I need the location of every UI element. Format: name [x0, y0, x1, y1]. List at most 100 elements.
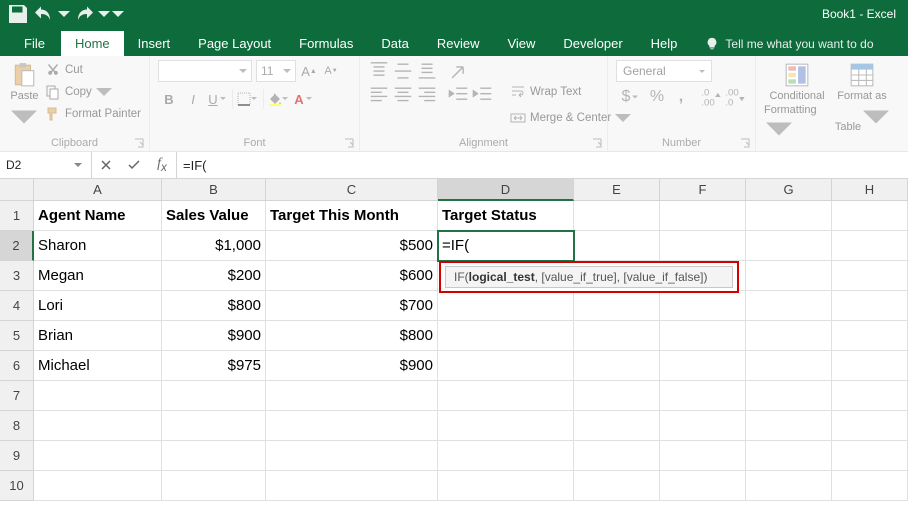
column-header-B[interactable]: B	[162, 179, 266, 201]
cell-E2[interactable]	[574, 231, 660, 261]
align-right-icon[interactable]	[416, 84, 438, 106]
cell-G10[interactable]	[746, 471, 832, 501]
orientation-icon[interactable]	[448, 60, 470, 82]
cell-G4[interactable]	[746, 291, 832, 321]
cell-B3[interactable]: $200	[162, 261, 266, 291]
row-header-8[interactable]: 8	[0, 411, 34, 441]
tab-formulas[interactable]: Formulas	[285, 31, 367, 56]
cell-G6[interactable]	[746, 351, 832, 381]
cell-H5[interactable]	[832, 321, 908, 351]
cell-F4[interactable]	[660, 291, 746, 321]
paste-button[interactable]: Paste	[8, 60, 41, 149]
cell-C8[interactable]	[266, 411, 438, 441]
cell-C5[interactable]: $800	[266, 321, 438, 351]
increase-font-icon[interactable]: A▲	[300, 60, 318, 82]
column-header-D[interactable]: D	[438, 179, 574, 201]
cell-D7[interactable]	[438, 381, 574, 411]
cell-F1[interactable]	[660, 201, 746, 231]
conditional-formatting-button[interactable]: Conditional Formatting	[764, 60, 830, 149]
column-header-E[interactable]: E	[574, 179, 660, 201]
cell-A5[interactable]: Brian	[34, 321, 162, 351]
decrease-font-icon[interactable]: A▼	[322, 60, 340, 82]
cell-A10[interactable]	[34, 471, 162, 501]
format-painter-button[interactable]: Format Painter	[45, 104, 141, 124]
increase-decimal-icon[interactable]: .0.00	[700, 86, 722, 108]
row-header-7[interactable]: 7	[0, 381, 34, 411]
accounting-format-icon[interactable]: $	[616, 86, 644, 108]
tab-file[interactable]: File	[8, 31, 61, 56]
row-header-4[interactable]: 4	[0, 291, 34, 321]
cell-E4[interactable]	[574, 291, 660, 321]
cell-E9[interactable]	[574, 441, 660, 471]
font-name-select[interactable]	[158, 60, 252, 82]
cell-E6[interactable]	[574, 351, 660, 381]
cell-G7[interactable]	[746, 381, 832, 411]
fill-color-button[interactable]	[268, 88, 290, 110]
italic-button[interactable]: I	[182, 88, 204, 110]
undo-icon[interactable]	[32, 2, 56, 26]
align-center-icon[interactable]	[392, 84, 414, 106]
insert-function-button[interactable]: fx	[148, 152, 176, 178]
cell-A3[interactable]: Megan	[34, 261, 162, 291]
cell-E10[interactable]	[574, 471, 660, 501]
cell-C1[interactable]: Target This Month	[266, 201, 438, 231]
row-header-5[interactable]: 5	[0, 321, 34, 351]
alignment-dialog-launcher[interactable]	[591, 136, 603, 148]
cell-B9[interactable]	[162, 441, 266, 471]
cancel-formula-button[interactable]	[92, 152, 120, 178]
cell-A4[interactable]: Lori	[34, 291, 162, 321]
redo-dropdown-icon[interactable]	[98, 2, 110, 26]
cell-G5[interactable]	[746, 321, 832, 351]
bold-button[interactable]: B	[158, 88, 180, 110]
cell-A2[interactable]: Sharon	[34, 231, 162, 261]
cell-B6[interactable]: $975	[162, 351, 266, 381]
cell-F6[interactable]	[660, 351, 746, 381]
font-dialog-launcher[interactable]	[343, 136, 355, 148]
align-middle-icon[interactable]	[392, 60, 414, 82]
cell-C2[interactable]: $500	[266, 231, 438, 261]
align-top-icon[interactable]	[368, 60, 390, 82]
row-header-9[interactable]: 9	[0, 441, 34, 471]
cell-B2[interactable]: $1,000	[162, 231, 266, 261]
cell-B10[interactable]	[162, 471, 266, 501]
tab-page-layout[interactable]: Page Layout	[184, 31, 285, 56]
cell-C3[interactable]: $600	[266, 261, 438, 291]
borders-button[interactable]	[237, 88, 259, 110]
decrease-decimal-icon[interactable]: .00.0	[724, 86, 746, 108]
tab-help[interactable]: Help	[637, 31, 692, 56]
cell-F8[interactable]	[660, 411, 746, 441]
cell-H2[interactable]	[832, 231, 908, 261]
cell-F5[interactable]	[660, 321, 746, 351]
font-size-select[interactable]: 11	[256, 60, 296, 82]
cell-C6[interactable]: $900	[266, 351, 438, 381]
enter-formula-button[interactable]	[120, 152, 148, 178]
cell-A7[interactable]	[34, 381, 162, 411]
cell-G2[interactable]	[746, 231, 832, 261]
cell-D9[interactable]	[438, 441, 574, 471]
cell-B8[interactable]	[162, 411, 266, 441]
cell-F7[interactable]	[660, 381, 746, 411]
row-header-1[interactable]: 1	[0, 201, 34, 231]
copy-button[interactable]: Copy	[45, 82, 141, 102]
cell-G9[interactable]	[746, 441, 832, 471]
cell-H9[interactable]	[832, 441, 908, 471]
cell-F9[interactable]	[660, 441, 746, 471]
cell-H10[interactable]	[832, 471, 908, 501]
cell-A8[interactable]	[34, 411, 162, 441]
cell-H8[interactable]	[832, 411, 908, 441]
align-left-icon[interactable]	[368, 84, 390, 106]
align-bottom-icon[interactable]	[416, 60, 438, 82]
tab-view[interactable]: View	[493, 31, 549, 56]
cell-H3[interactable]	[832, 261, 908, 291]
cell-H1[interactable]	[832, 201, 908, 231]
tab-insert[interactable]: Insert	[124, 31, 185, 56]
cell-D10[interactable]	[438, 471, 574, 501]
cell-D8[interactable]	[438, 411, 574, 441]
increase-indent-icon[interactable]	[472, 84, 494, 106]
clipboard-dialog-launcher[interactable]	[133, 136, 145, 148]
cell-B4[interactable]: $800	[162, 291, 266, 321]
column-header-G[interactable]: G	[746, 179, 832, 201]
cell-A1[interactable]: Agent Name	[34, 201, 162, 231]
tab-review[interactable]: Review	[423, 31, 494, 56]
cell-D5[interactable]	[438, 321, 574, 351]
